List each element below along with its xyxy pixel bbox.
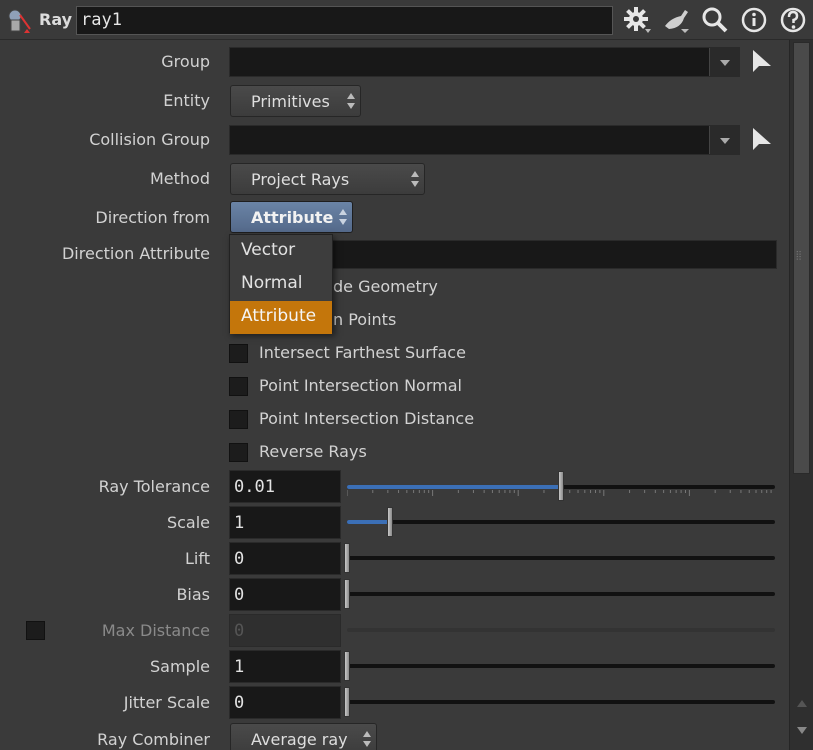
popup-option-normal[interactable]: Normal — [230, 268, 332, 301]
direction-from-menu[interactable]: Attribute — [230, 201, 353, 233]
ray-tolerance-handle[interactable] — [558, 471, 564, 501]
node-type-label: Ray — [39, 10, 73, 29]
lift-input[interactable]: 0 — [229, 542, 341, 575]
bias-slider[interactable] — [347, 592, 775, 596]
vertical-scrollbar[interactable] — [789, 40, 813, 750]
direction-from-menu-value: Attribute — [251, 208, 334, 227]
sample-handle[interactable] — [344, 651, 350, 681]
sample-label: Sample — [150, 657, 210, 676]
brush-icon[interactable] — [661, 6, 691, 34]
lift-label: Lift — [185, 549, 210, 568]
selection-arrow-icon[interactable] — [750, 48, 774, 76]
max-distance-label: Max Distance — [101, 621, 210, 640]
slider-fill — [347, 485, 561, 489]
checkbox-point-normal[interactable] — [229, 377, 248, 396]
scroll-down-icon[interactable] — [795, 724, 809, 736]
checkbox-geometry-label: de Geometry — [333, 277, 438, 296]
up-down-arrow-icon — [347, 93, 355, 109]
chevron-down-icon — [720, 60, 730, 66]
max-distance-slider — [347, 628, 775, 632]
parameter-header: Ray ray1 — [0, 0, 813, 40]
collision-group-dropdown-button[interactable] — [709, 126, 739, 154]
collision-group-label: Collision Group — [89, 130, 210, 149]
max-distance-toggle[interactable] — [26, 621, 45, 640]
entity-label: Entity — [163, 91, 210, 110]
sample-input[interactable]: 1 — [229, 650, 341, 683]
lift-slider[interactable] — [347, 556, 775, 560]
up-down-arrow-icon — [411, 171, 419, 187]
ray-node-icon[interactable] — [6, 7, 34, 35]
checkbox-point-distance-label: Point Intersection Distance — [259, 409, 475, 428]
popup-option-vector[interactable]: Vector — [230, 235, 332, 268]
bias-input[interactable]: 0 — [229, 578, 341, 611]
jitter-scale-slider[interactable] — [347, 700, 775, 704]
checkbox-point-distance[interactable] — [229, 410, 248, 429]
checkbox-reverse-rays-label: Reverse Rays — [259, 442, 367, 461]
entity-menu-value: Primitives — [251, 92, 330, 111]
jitter-scale-handle[interactable] — [344, 687, 350, 717]
checkbox-reverse-rays[interactable] — [229, 443, 248, 462]
popup-option-attribute[interactable]: Attribute — [230, 301, 332, 334]
chevron-down-icon — [720, 138, 730, 144]
checkbox-points-label: n Points — [333, 310, 397, 329]
jitter-scale-label: Jitter Scale — [123, 693, 210, 712]
group-dropdown-button[interactable] — [709, 48, 739, 76]
ray-combiner-menu-value: Average ray — [251, 730, 348, 749]
checkbox-intersect-farthest-label: Intersect Farthest Surface — [259, 343, 466, 362]
scale-label: Scale — [166, 513, 210, 532]
bias-label: Bias — [176, 585, 210, 604]
scale-input[interactable]: 1 — [229, 506, 341, 539]
bias-handle[interactable] — [344, 579, 350, 609]
lift-handle[interactable] — [344, 543, 350, 573]
scale-handle[interactable] — [386, 507, 393, 537]
method-menu-value: Project Rays — [251, 170, 350, 189]
info-icon[interactable] — [739, 6, 769, 34]
search-icon[interactable] — [700, 6, 730, 34]
method-menu[interactable]: Project Rays — [230, 163, 425, 195]
jitter-scale-input[interactable]: 0 — [229, 686, 341, 719]
collision-group-input[interactable] — [229, 125, 740, 155]
up-down-arrow-icon — [339, 209, 347, 225]
sample-slider[interactable] — [347, 664, 775, 668]
scale-slider[interactable] — [347, 520, 775, 524]
direction-from-popup-menu: Vector Normal Attribute — [229, 234, 333, 334]
slider-fill — [347, 520, 390, 524]
direction-attribute-label: Direction Attribute — [61, 244, 210, 263]
selection-arrow-icon[interactable] — [750, 126, 774, 154]
help-icon[interactable] — [778, 6, 808, 34]
max-distance-input: 0 — [229, 614, 341, 647]
checkbox-point-normal-label: Point Intersection Normal — [259, 376, 462, 395]
entity-menu[interactable]: Primitives — [230, 85, 361, 117]
method-label: Method — [149, 169, 210, 188]
direction-from-label: Direction from — [95, 208, 210, 227]
checkbox-intersect-farthest[interactable] — [229, 344, 248, 363]
ray-tolerance-label: Ray Tolerance — [98, 477, 210, 496]
scroll-up-icon[interactable] — [795, 697, 809, 709]
up-down-arrow-icon — [363, 731, 371, 747]
ray-tolerance-input[interactable]: 0.01 — [229, 470, 341, 503]
group-label: Group — [161, 52, 210, 71]
node-name-input[interactable]: ray1 — [76, 6, 613, 35]
group-input[interactable] — [229, 47, 740, 77]
ray-combiner-label: Ray Combiner — [97, 730, 210, 749]
ray-combiner-menu[interactable]: Average ray — [230, 723, 377, 750]
gear-icon[interactable] — [621, 6, 651, 34]
resize-grip-icon[interactable]: ⦙⦙ — [796, 249, 801, 264]
